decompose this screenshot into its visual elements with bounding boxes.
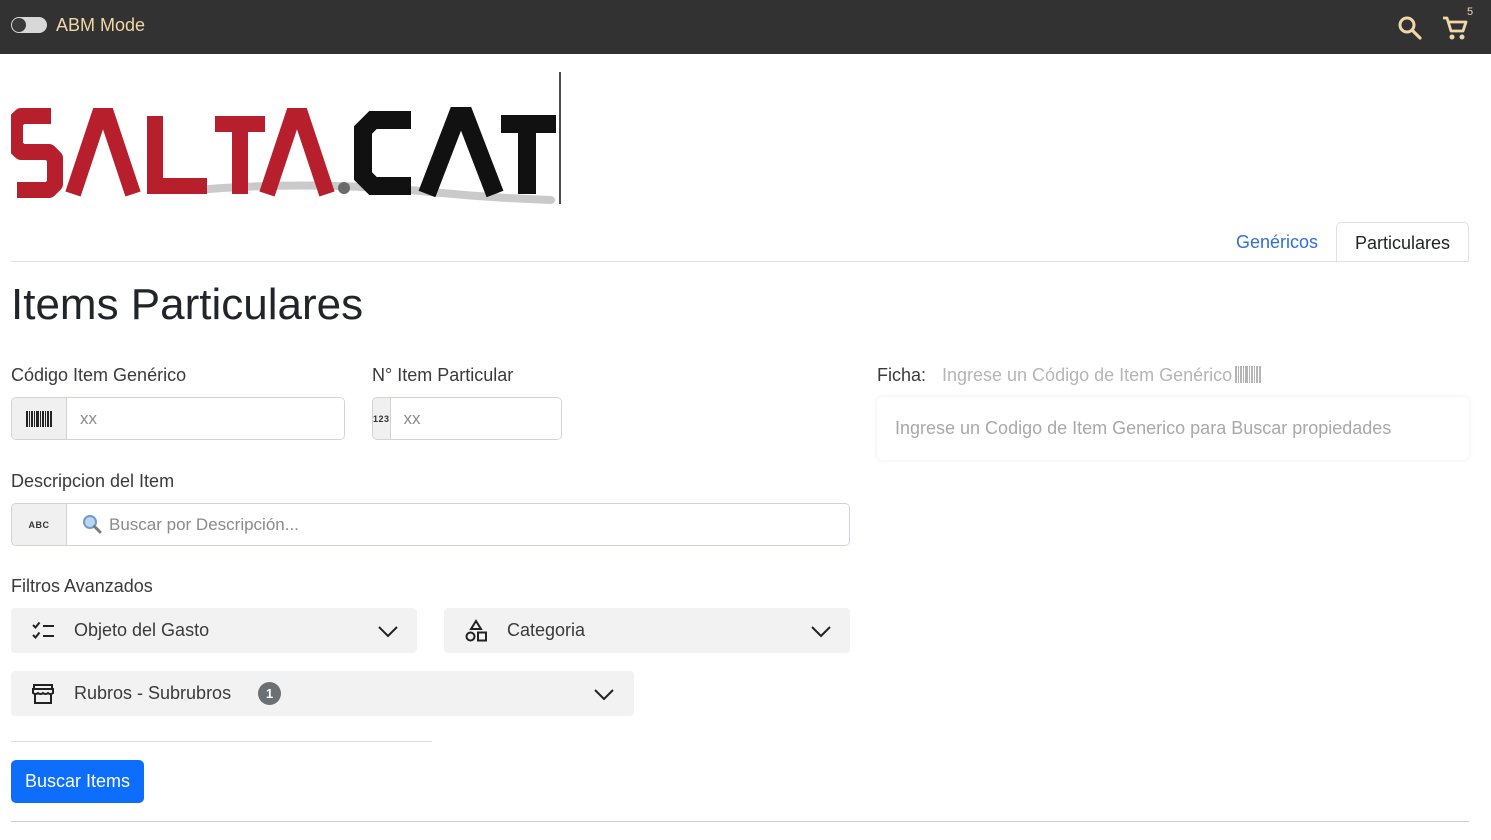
page-title: Items Particulares: [11, 280, 364, 329]
barcode-icon: [12, 398, 67, 439]
codigo-generico-label: Código Item Genérico: [11, 365, 187, 385]
ficha-label: Ficha:: [877, 365, 927, 385]
abc-icon: ABC: [12, 504, 67, 545]
filter-objeto-gasto-label: Objeto del Gasto: [74, 620, 210, 640]
tab-particulares[interactable]: Particulares: [1336, 222, 1469, 262]
saltacat-logo: [11, 72, 561, 204]
ficha-card-text: Ingrese un Codigo de Item Generico para …: [895, 418, 1392, 438]
store-icon: [32, 684, 54, 704]
filters-title: Filtros Avanzados: [11, 576, 153, 596]
abm-mode-label: ABM Mode: [56, 15, 146, 35]
ficha-hint: Ingrese un Código de Item Genérico: [942, 365, 1233, 385]
numeric-123-icon: 123: [373, 398, 391, 439]
filter-objeto-gasto[interactable]: Objeto del Gasto: [11, 608, 417, 653]
codigo-generico-group: [11, 397, 345, 440]
tabs-divider: [11, 261, 1469, 262]
abm-mode-toggle[interactable]: [11, 17, 47, 33]
barcode-icon: [1235, 366, 1261, 383]
toggle-knob: [12, 18, 26, 32]
descripcion-input[interactable]: [67, 504, 849, 545]
search-icon[interactable]: [1397, 15, 1423, 41]
filter-categoria-label: Categoria: [507, 620, 586, 640]
descripcion-label: Descripcion del Item: [11, 471, 175, 491]
filter-categoria[interactable]: Categoria: [444, 608, 850, 653]
filter-count-badge: 1: [258, 682, 281, 705]
ficha-card: Ingrese un Codigo de Item Generico para …: [877, 397, 1469, 460]
buscar-items-button[interactable]: Buscar Items: [11, 760, 144, 803]
checklist-icon: [32, 621, 54, 639]
divider: [11, 741, 432, 742]
cart-count-badge: 5: [1467, 6, 1474, 18]
shapes-icon: [465, 619, 487, 642]
descripcion-group: ABC: [11, 503, 850, 546]
filter-rubros-label: Rubros - Subrubros: [74, 683, 232, 703]
top-navbar: ABM Mode 5: [0, 0, 1491, 54]
filter-rubros-subrubros[interactable]: Rubros - Subrubros 1: [11, 671, 634, 716]
chevron-down-icon: [594, 689, 614, 701]
tab-genericos[interactable]: Genéricos: [1218, 222, 1336, 262]
magnifier-icon: [83, 515, 102, 534]
item-particular-label: N° Item Particular: [372, 365, 514, 385]
chevron-down-icon: [811, 626, 831, 638]
cart-icon[interactable]: [1441, 14, 1469, 42]
item-particular-group: 123: [372, 397, 562, 440]
item-particular-input[interactable]: [390, 398, 561, 439]
bottom-divider: [11, 821, 1469, 822]
codigo-generico-input[interactable]: [67, 398, 344, 439]
chevron-down-icon: [378, 626, 398, 638]
